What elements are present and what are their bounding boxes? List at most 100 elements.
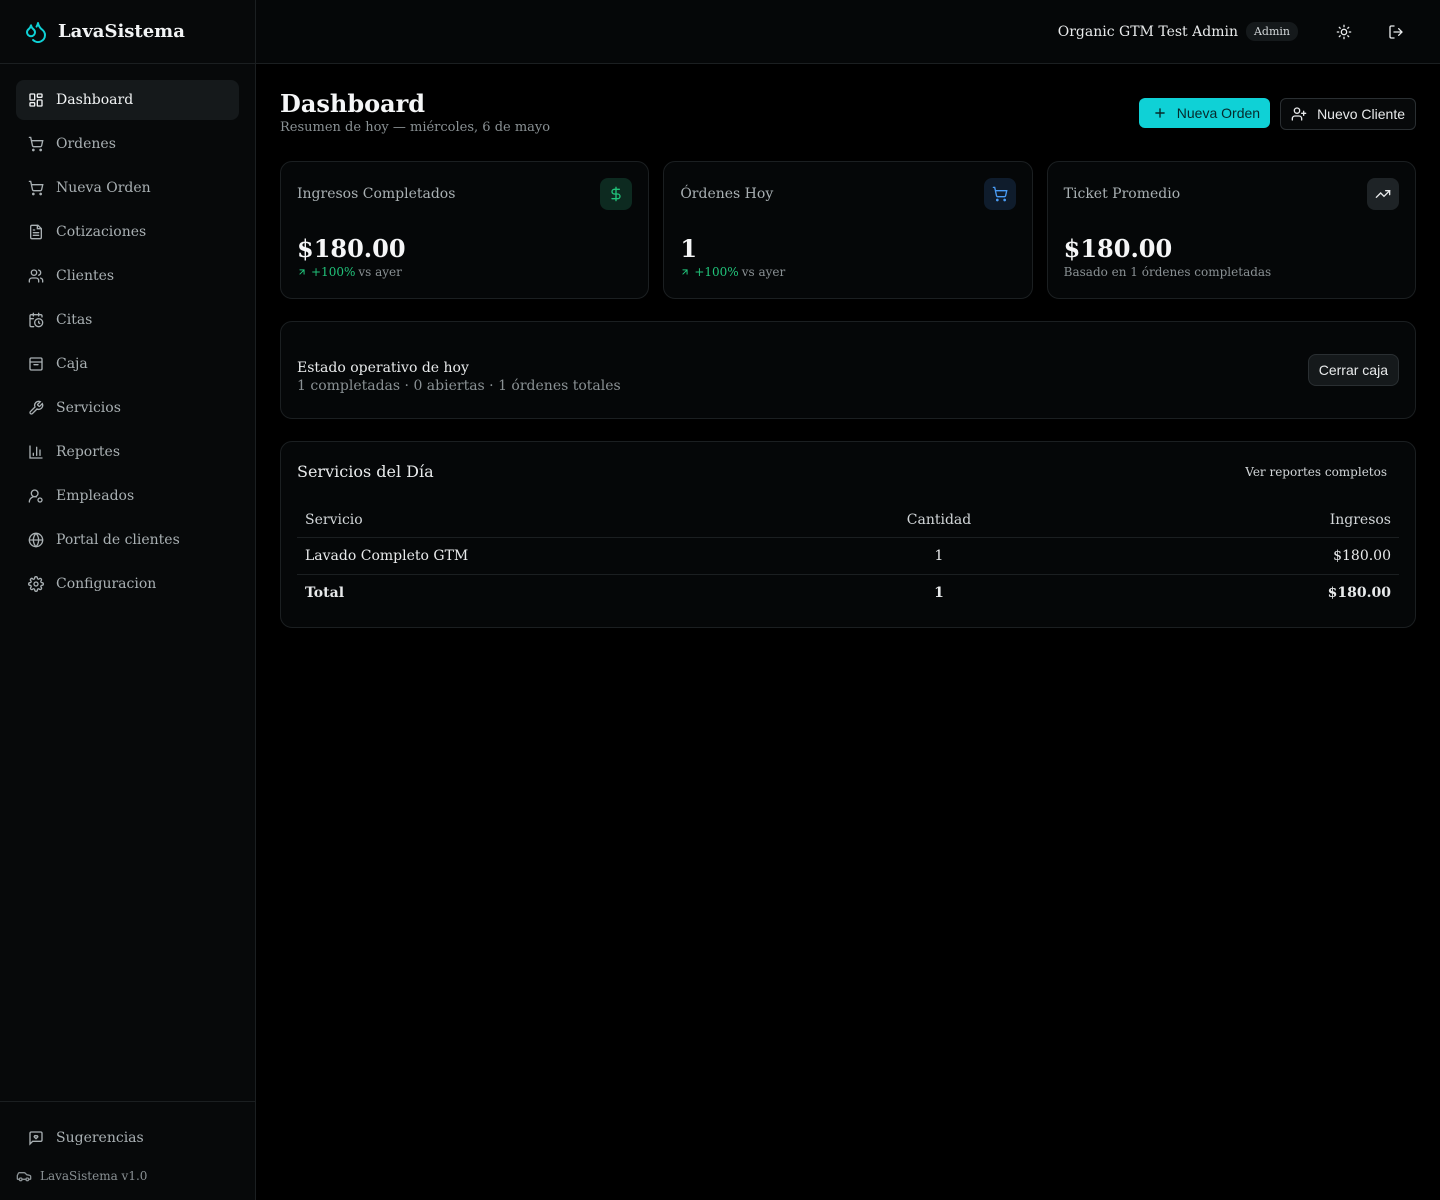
delta-suffix: vs ayer <box>741 265 786 279</box>
sidebar-item-label: Empleados <box>56 488 135 504</box>
cart-icon <box>28 180 44 196</box>
sidebar-item-dashboard[interactable]: Dashboard <box>16 80 239 120</box>
bar-chart-icon <box>29 445 43 459</box>
card-delta: +100% vs ayer <box>297 265 632 279</box>
sidebar-item-ordenes[interactable]: Ordenes <box>16 124 239 164</box>
sidebar-item-label: Portal de clientes <box>56 532 180 548</box>
new-client-button[interactable]: Nuevo Cliente <box>1280 98 1416 130</box>
sidebar-item-cotizaciones[interactable]: Cotizaciones <box>16 212 239 252</box>
kpi-cards: Ingresos Completados $180.00 +100% vs ay… <box>280 161 1416 299</box>
sidebar-item-configuracion[interactable]: Configuracion <box>16 564 239 604</box>
sidebar-item-label: Reportes <box>56 444 121 460</box>
cell-income: $180.00 <box>1049 536 1399 574</box>
view-reports-link[interactable]: Ver reportes completos <box>1245 465 1387 479</box>
total-qty: 1 <box>829 573 1049 611</box>
plus-icon <box>1154 108 1165 118</box>
topbar: Organic GTM Test Admin Admin <box>256 0 1440 64</box>
sidebar-item-label: Servicios <box>56 400 121 416</box>
sidebar-footer: Sugerencias LavaSistema v1.0 <box>0 1101 255 1200</box>
sun-icon <box>1336 24 1352 39</box>
new-client-label: Nuevo Cliente <box>1317 106 1405 122</box>
trending-icon-badge <box>1366 178 1399 210</box>
dashboard-icon <box>29 93 43 107</box>
theme-toggle-button[interactable] <box>1324 12 1364 52</box>
role-badge: Admin <box>1245 22 1298 41</box>
app-root: LavaSistema Dashboard Ordenes Nueva Orde… <box>0 0 1440 1200</box>
arrow-up-right-icon <box>682 269 688 275</box>
page-subtitle: Resumen de hoy — miércoles, 6 de mayo <box>280 120 551 135</box>
cell-service: Lavado Completo GTM <box>297 536 829 574</box>
ticket-card: Ticket Promedio $180.00 Basado en 1 órde… <box>1046 161 1416 299</box>
globe-icon <box>28 532 44 548</box>
delta-value: +100% <box>311 265 356 279</box>
sidebar: LavaSistema Dashboard Ordenes Nueva Orde… <box>0 0 256 1200</box>
income-card: Ingresos Completados $180.00 +100% vs ay… <box>280 161 650 299</box>
sidebar-item-caja[interactable]: Caja <box>16 344 239 384</box>
message-heart-icon <box>29 1131 43 1146</box>
sidebar-item-label: Ordenes <box>56 136 116 152</box>
sidebar-item-label: Configuracion <box>56 576 157 592</box>
cart-icon <box>28 136 44 152</box>
table-total-row: Total 1 $180.00 <box>297 573 1399 611</box>
version-label: LavaSistema v1.0 <box>40 1169 148 1183</box>
suggestions-label: Sugerencias <box>56 1130 144 1146</box>
close-register-button[interactable]: Cerrar caja <box>1307 354 1399 386</box>
sidebar-item-servicios[interactable]: Servicios <box>16 388 239 428</box>
page-header: Dashboard Resumen de hoy — miércoles, 6 … <box>280 88 1416 135</box>
cart-icon-badge <box>983 178 1016 210</box>
new-order-label: Nueva Orden <box>1176 105 1261 121</box>
sidebar-item-label: Dashboard <box>56 92 134 108</box>
card-delta: +100% vs ayer <box>680 265 1015 279</box>
dashboard-content: Dashboard Resumen de hoy — miércoles, 6 … <box>256 64 1440 628</box>
main-area: Organic GTM Test Admin Admin Dashboard R… <box>256 0 1440 1200</box>
dollar-icon <box>611 186 621 202</box>
user-plus-icon <box>1291 107 1307 121</box>
daily-services-panel: Servicios del Día Ver reportes completos… <box>280 441 1416 628</box>
total-income: $180.00 <box>1049 573 1399 611</box>
sidebar-item-citas[interactable]: Citas <box>16 300 239 340</box>
sidebar-item-empleados[interactable]: Empleados <box>16 476 239 516</box>
users-icon <box>28 269 44 283</box>
dollar-icon-badge <box>600 178 633 210</box>
arrow-up-right-icon <box>299 269 305 275</box>
operational-status-panel: Estado operativo de hoy 1 completadas · … <box>280 321 1416 419</box>
sidebar-item-reportes[interactable]: Reportes <box>16 432 239 472</box>
services-table: Servicio Cantidad Ingresos Lavado Comple… <box>297 503 1399 611</box>
orders-card: Órdenes Hoy 1 +100% vs ayer <box>663 161 1033 299</box>
card-value: $180.00 <box>297 234 406 263</box>
sidebar-item-clientes[interactable]: Clientes <box>16 256 239 296</box>
status-meta: 1 completadas · 0 abiertas · 1 órdenes t… <box>297 378 621 394</box>
new-order-button[interactable]: Nueva Orden <box>1138 98 1271 128</box>
suggestions-button[interactable]: Sugerencias <box>16 1118 239 1158</box>
column-header-qty: Cantidad <box>906 511 972 528</box>
archive-icon <box>29 357 43 371</box>
user-name: Organic GTM Test Admin <box>1057 23 1238 40</box>
column-header-income: Ingresos <box>1329 511 1391 528</box>
sidebar-item-nueva-orden[interactable]: Nueva Orden <box>16 168 239 208</box>
sidebar-item-label: Cotizaciones <box>56 224 147 240</box>
calendar-clock-icon <box>29 312 44 328</box>
sidebar-item-label: Nueva Orden <box>56 180 151 196</box>
sidebar-nav: Dashboard Ordenes Nueva Orden Cotizacion… <box>0 64 255 1101</box>
water-drops-icon <box>26 21 47 43</box>
cell-qty: 1 <box>829 536 1049 574</box>
card-label: Órdenes Hoy <box>680 186 774 202</box>
page-title: Dashboard <box>280 89 426 118</box>
app-version: LavaSistema v1.0 <box>16 1168 239 1184</box>
card-note: Basado en 1 órdenes completadas <box>1063 265 1272 279</box>
card-label: Ticket Promedio <box>1063 186 1181 202</box>
user-gear-icon <box>28 489 43 503</box>
gear-icon <box>28 576 44 592</box>
brand[interactable]: LavaSistema <box>0 0 255 64</box>
brand-name: LavaSistema <box>58 21 185 42</box>
total-label: Total <box>297 573 829 611</box>
delta-suffix: vs ayer <box>358 265 402 279</box>
logout-button[interactable] <box>1376 12 1416 52</box>
panel-title: Servicios del Día <box>297 462 434 481</box>
status-title: Estado operativo de hoy <box>297 360 469 376</box>
logout-icon <box>1389 24 1403 39</box>
sidebar-item-portal-de-clientes[interactable]: Portal de clientes <box>16 520 239 560</box>
column-header-service: Servicio <box>305 511 363 528</box>
table-row: Lavado Completo GTM 1 $180.00 <box>297 536 1399 574</box>
wrench-icon <box>29 400 44 415</box>
